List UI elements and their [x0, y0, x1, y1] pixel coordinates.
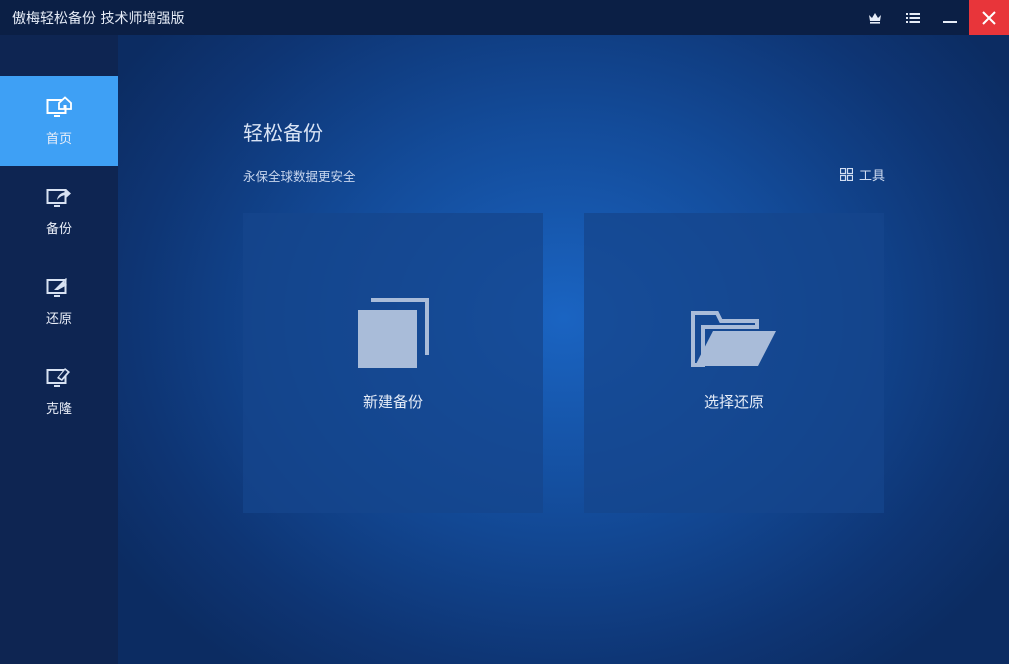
select-restore-card[interactable]: 选择还原 — [584, 213, 884, 513]
minimize-icon — [942, 20, 957, 23]
page-subtitle: 永保全球数据更安全 — [243, 169, 356, 184]
sidebar-item-backup[interactable]: 备份 — [0, 166, 118, 256]
grid-icon — [840, 168, 853, 181]
close-button[interactable] — [969, 0, 1009, 35]
crown-icon — [868, 12, 881, 24]
sidebar-item-restore[interactable]: 还原 — [0, 256, 118, 346]
sidebar-item-label: 备份 — [45, 221, 72, 237]
close-icon — [982, 10, 996, 25]
title-bar: 傲梅轻松备份 技术师增强版 — [0, 0, 1009, 35]
clone-monitor-icon — [46, 367, 70, 387]
sidebar-item-clone[interactable]: 克隆 — [0, 346, 118, 436]
sidebar-item-label: 还原 — [45, 311, 72, 327]
sidebar-item-label: 克隆 — [45, 401, 72, 417]
page-title: 轻松备份 — [243, 121, 323, 145]
tools-button[interactable]: 工具 — [840, 165, 885, 184]
backup-monitor-icon — [46, 188, 71, 207]
home-monitor-icon — [46, 95, 72, 117]
card-label: 新建备份 — [362, 393, 423, 411]
restore-monitor-icon — [46, 277, 67, 297]
app-title: 傲梅轻松备份 技术师增强版 — [12, 11, 185, 27]
minimize-button[interactable] — [932, 0, 967, 35]
new-backup-card[interactable]: 新建备份 — [243, 213, 543, 513]
sidebar-item-home[interactable]: 首页 — [0, 76, 118, 166]
new-backup-icon — [358, 298, 429, 368]
card-label: 选择还原 — [703, 393, 764, 411]
sidebar-item-label: 首页 — [45, 131, 72, 147]
folder-open-icon — [691, 311, 776, 367]
crown-button[interactable] — [857, 0, 892, 35]
tools-label: 工具 — [859, 169, 886, 184]
menu-icon — [905, 12, 920, 23]
sidebar: 首页 备份 还原 克隆 — [0, 35, 118, 664]
menu-button[interactable] — [895, 0, 930, 35]
main-panel: 轻松备份 永保全球数据更安全 工具 新建备份 选择还原 — [118, 35, 1009, 664]
